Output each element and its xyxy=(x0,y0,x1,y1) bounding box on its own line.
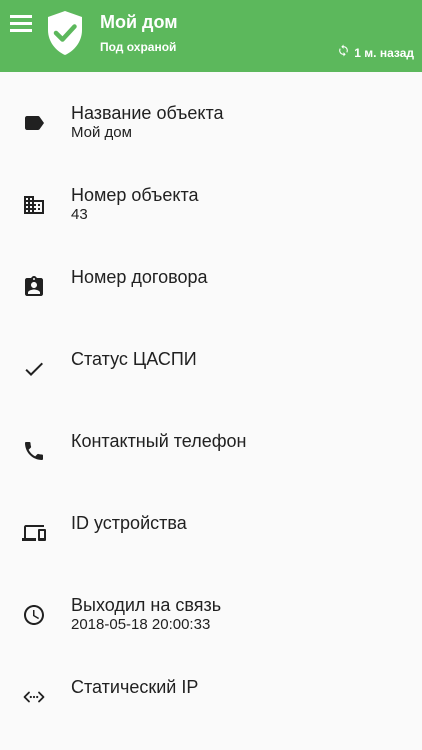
shield-check-icon xyxy=(46,10,84,56)
object-details-list: Название объекта Мой дом Номер объекта 4… xyxy=(0,72,422,728)
item-value: Мой дом xyxy=(71,124,132,141)
item-label: Статический IP xyxy=(71,677,199,697)
check-icon xyxy=(22,357,46,381)
code-arrows-icon xyxy=(22,685,46,709)
security-status: Под охраной xyxy=(100,40,177,54)
list-item-contract-number[interactable]: Номер договора xyxy=(0,236,422,318)
devices-icon xyxy=(22,521,46,545)
item-label: Статус ЦАСПИ xyxy=(71,349,197,369)
object-title: Мой дом xyxy=(100,12,178,32)
item-label: Номер договора xyxy=(71,267,208,287)
building-icon xyxy=(22,193,46,217)
item-label: Выходил на связь xyxy=(71,595,222,615)
list-item-device-id[interactable]: ID устройства xyxy=(0,482,422,564)
menu-icon[interactable] xyxy=(9,12,35,34)
item-value: 2018-05-18 20:00:33 xyxy=(71,616,211,633)
item-label: Номер объекта xyxy=(71,185,199,205)
list-item-static-ip[interactable]: Статический IP xyxy=(0,646,422,728)
list-item-status[interactable]: Статус ЦАСПИ xyxy=(0,318,422,400)
app-bar: Мой дом Под охраной 1 м. назад xyxy=(0,0,422,72)
list-item-contact-phone[interactable]: Контактный телефон xyxy=(0,400,422,482)
list-item-object-name[interactable]: Название объекта Мой дом xyxy=(0,72,422,154)
list-item-object-number[interactable]: Номер объекта 43 xyxy=(0,154,422,236)
item-label: Контактный телефон xyxy=(71,431,247,451)
sync-icon xyxy=(337,44,354,61)
sync-time-text: 1 м. назад xyxy=(354,45,414,60)
contract-badge-icon xyxy=(22,275,46,299)
item-label: ID устройства xyxy=(71,513,187,533)
item-label: Название объекта xyxy=(71,103,224,123)
sync-status[interactable]: 1 м. назад xyxy=(337,44,414,61)
phone-icon xyxy=(22,439,46,463)
clock-icon xyxy=(22,603,46,627)
list-item-last-online[interactable]: Выходил на связь 2018-05-18 20:00:33 xyxy=(0,564,422,646)
item-value: 43 xyxy=(71,206,88,223)
label-tag-icon xyxy=(22,111,46,135)
